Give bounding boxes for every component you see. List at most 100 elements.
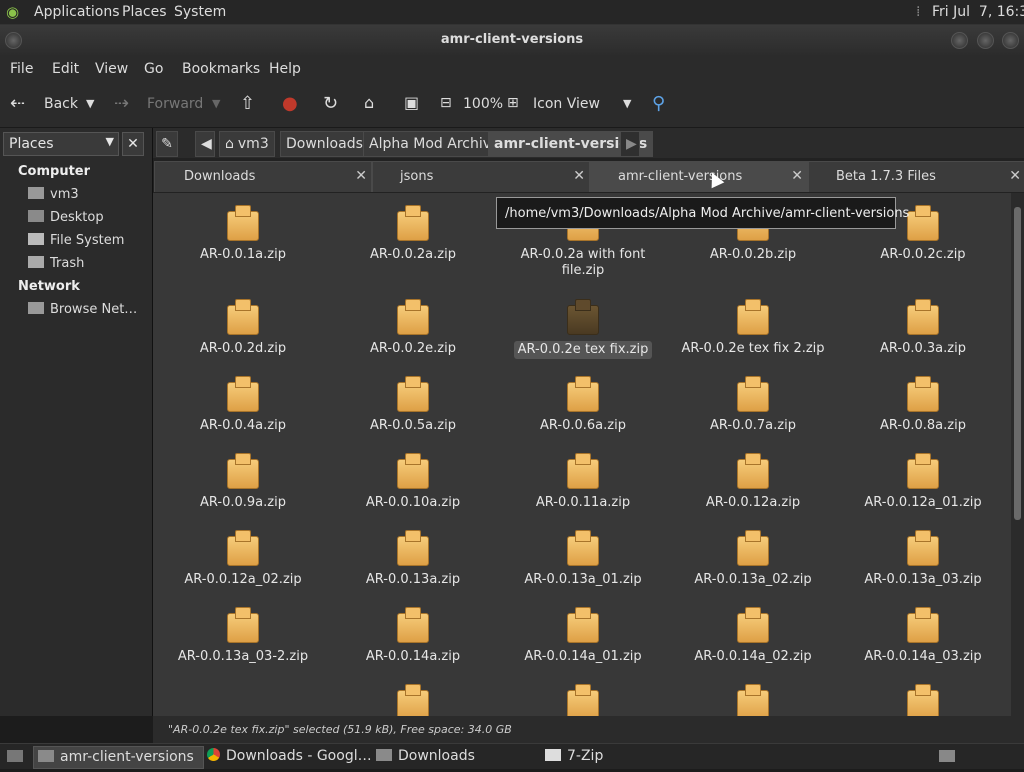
file-item[interactable]: AR-0.0.13a_03-2.zip bbox=[158, 607, 328, 665]
file-item[interactable]: AR-0.0.13a_03.zip bbox=[838, 530, 1008, 588]
file-item[interactable]: AR-0.0.9a.zip bbox=[158, 453, 328, 511]
back-history-dropdown-icon[interactable]: ▼ bbox=[86, 97, 94, 110]
scrollbar[interactable] bbox=[1011, 193, 1024, 716]
minimize-icon[interactable] bbox=[951, 32, 968, 49]
menu-view[interactable]: View bbox=[95, 61, 128, 77]
workspace-switcher[interactable] bbox=[936, 746, 958, 767]
distro-logo-icon[interactable]: ◉ bbox=[6, 3, 19, 21]
path-tooltip: /home/vm3/Downloads/Alpha Mod Archive/am… bbox=[496, 197, 909, 229]
file-item-partial[interactable] bbox=[668, 684, 838, 716]
maximize-icon[interactable] bbox=[977, 32, 994, 49]
file-name: AR-0.0.13a_03.zip bbox=[864, 572, 982, 587]
file-item[interactable]: AR-0.0.13a.zip bbox=[328, 530, 498, 588]
taskbar-item-chrome[interactable]: Downloads - Googl… bbox=[203, 746, 372, 767]
sidebar-item-browse-network[interactable]: Browse Net… bbox=[28, 302, 137, 317]
file-item[interactable]: AR-0.0.14a_02.zip bbox=[668, 607, 838, 665]
file-item[interactable]: AR-0.0.5a.zip bbox=[328, 376, 498, 434]
sidebar-item-file-system[interactable]: File System bbox=[28, 233, 124, 248]
file-item[interactable]: AR-0.0.8a.zip bbox=[838, 376, 1008, 434]
file-item[interactable]: AR-0.0.14a.zip bbox=[328, 607, 498, 665]
file-item[interactable]: AR-0.0.10a.zip bbox=[328, 453, 498, 511]
file-name: AR-0.0.13a.zip bbox=[365, 572, 461, 587]
file-item[interactable]: AR-0.0.14a_01.zip bbox=[498, 607, 668, 665]
zip-archive-icon bbox=[226, 607, 260, 643]
file-item[interactable]: AR-0.0.12a_02.zip bbox=[158, 530, 328, 588]
file-item[interactable]: AR-0.0.2a.zip bbox=[328, 205, 498, 263]
file-item[interactable]: AR-0.0.11a.zip bbox=[498, 453, 668, 511]
breadcrumb-alpha-mod-archive[interactable]: Alpha Mod Archive bbox=[363, 131, 506, 157]
applications-menu[interactable]: Applications bbox=[34, 4, 120, 20]
sidebar-item-trash[interactable]: Trash bbox=[28, 256, 84, 271]
menu-edit[interactable]: Edit bbox=[52, 61, 79, 77]
zip-archive-icon bbox=[906, 453, 940, 489]
zoom-level[interactable]: 100% bbox=[463, 96, 503, 112]
edit-location-icon[interactable]: ✎ bbox=[156, 131, 178, 157]
back-arrow-icon[interactable]: ⇠ bbox=[10, 93, 25, 114]
close-tab-icon[interactable]: ✕ bbox=[1009, 168, 1021, 184]
close-tab-icon[interactable]: ✕ bbox=[573, 168, 585, 184]
file-icon-view[interactable]: AR-0.0.1a.zip AR-0.0.2a.zip AR-0.0.2a with… bbox=[153, 193, 1011, 716]
zip-archive-icon bbox=[736, 684, 770, 716]
zoom-out-icon[interactable]: ⊟ bbox=[440, 95, 452, 111]
file-item[interactable]: AR-0.0.13a_01.zip bbox=[498, 530, 668, 588]
file-item[interactable]: AR-0.0.6a.zip bbox=[498, 376, 668, 434]
breadcrumb-vm3[interactable]: ⌂ vm3 bbox=[219, 131, 275, 157]
file-item[interactable]: AR-0.0.2e.zip bbox=[328, 299, 498, 357]
tab-amr-client-versions[interactable]: amr-client-versions ✕ bbox=[590, 161, 808, 192]
clock[interactable]: Fri Jul 7, 16:38 bbox=[932, 4, 1024, 20]
menu-go[interactable]: Go bbox=[144, 61, 163, 77]
tab-downloads[interactable]: Downloads ✕ bbox=[154, 161, 372, 192]
file-item[interactable]: AR-0.0.12a.zip bbox=[668, 453, 838, 511]
file-item[interactable]: AR-0.0.2d.zip bbox=[158, 299, 328, 357]
close-tab-icon[interactable]: ✕ bbox=[355, 168, 367, 184]
file-item[interactable]: AR-0.0.12a_01.zip bbox=[838, 453, 1008, 511]
forward-arrow-icon: ⇢ bbox=[114, 93, 130, 114]
menu-bookmarks[interactable]: Bookmarks bbox=[182, 61, 260, 77]
breadcrumb-left-arrow-icon[interactable]: ◀ bbox=[195, 131, 215, 157]
window-titlebar[interactable]: amr-client-versions bbox=[0, 25, 1024, 55]
tab-jsons[interactable]: jsons ✕ bbox=[372, 161, 590, 192]
sidebar-item-desktop[interactable]: Desktop bbox=[28, 210, 104, 225]
file-item[interactable]: AR-0.0.1a.zip bbox=[158, 205, 328, 263]
view-mode-dropdown-icon[interactable]: ▼ bbox=[623, 97, 631, 110]
taskbar-item-downloads[interactable]: Downloads bbox=[372, 746, 541, 767]
file-item[interactable]: AR-0.0.13a_02.zip bbox=[668, 530, 838, 588]
menu-help[interactable]: Help bbox=[269, 61, 301, 77]
file-item[interactable]: AR-0.0.2e tex fix.zip bbox=[498, 299, 668, 359]
taskbar-item-amr-client-versions[interactable]: amr-client-versions bbox=[33, 746, 204, 769]
7zip-icon bbox=[545, 749, 561, 761]
sidebar-item-vm3[interactable]: vm3 bbox=[28, 187, 79, 202]
search-icon[interactable]: ⚲ bbox=[652, 93, 665, 114]
sidebar-close-button[interactable]: ✕ bbox=[122, 132, 144, 156]
file-item[interactable]: AR-0.0.3a.zip bbox=[838, 299, 1008, 357]
view-mode-select[interactable]: Icon View bbox=[533, 96, 600, 112]
taskbar-item-7zip[interactable]: 7-Zip bbox=[541, 746, 710, 767]
system-menu[interactable]: System bbox=[174, 4, 226, 20]
breadcrumb-downloads[interactable]: Downloads bbox=[280, 131, 369, 157]
zoom-in-icon[interactable]: ⊞ bbox=[507, 95, 519, 111]
file-item-partial[interactable] bbox=[838, 684, 1008, 716]
file-item-partial[interactable] bbox=[498, 684, 668, 716]
panel-separator: ⁞ bbox=[916, 4, 921, 20]
close-icon[interactable] bbox=[1002, 32, 1019, 49]
home-folder-icon bbox=[28, 187, 44, 199]
up-arrow-icon[interactable]: ⇧ bbox=[240, 93, 255, 114]
computer-icon[interactable]: ▣ bbox=[404, 93, 419, 112]
places-combo[interactable]: Places ▼ bbox=[3, 132, 119, 156]
file-item[interactable]: AR-0.0.2e tex fix 2.zip bbox=[668, 299, 838, 357]
places-menu[interactable]: Places bbox=[122, 4, 167, 20]
stop-icon[interactable]: ● bbox=[282, 93, 298, 114]
close-tab-icon[interactable]: ✕ bbox=[791, 168, 803, 184]
breadcrumb: ✎ ◀ ⌂ vm3 Downloads Alpha Mod Archive amr… bbox=[153, 128, 1024, 158]
reload-icon[interactable]: ↻ bbox=[323, 93, 338, 114]
back-button[interactable]: Back bbox=[44, 96, 78, 112]
file-item[interactable]: AR-0.0.4a.zip bbox=[158, 376, 328, 434]
menu-file[interactable]: File bbox=[10, 61, 33, 77]
show-desktop-icon[interactable] bbox=[4, 746, 26, 767]
tab-beta-files[interactable]: Beta 1.7.3 Files ✕ bbox=[808, 161, 1024, 192]
file-item[interactable]: AR-0.0.14a_03.zip bbox=[838, 607, 1008, 665]
home-icon[interactable]: ⌂ bbox=[364, 93, 374, 112]
scrollbar-thumb[interactable] bbox=[1014, 207, 1021, 520]
file-item[interactable]: AR-0.0.7a.zip bbox=[668, 376, 838, 434]
file-item-partial[interactable] bbox=[328, 684, 498, 716]
